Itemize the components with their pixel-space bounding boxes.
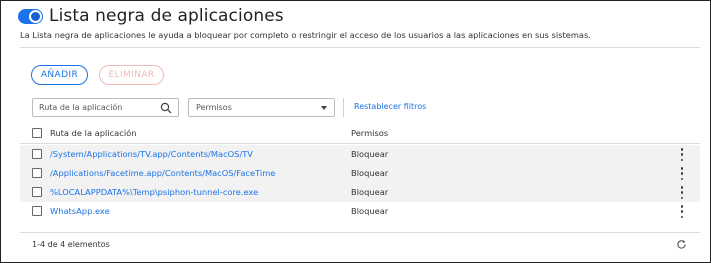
- row-permission: Bloquear: [351, 149, 389, 159]
- table-header: Ruta de la aplicación Permisos: [20, 124, 700, 143]
- refresh-icon[interactable]: [676, 239, 687, 250]
- row-checkbox[interactable]: [32, 187, 42, 197]
- row-path-link[interactable]: /System/Applications/TV.app/Contents/Mac…: [50, 149, 253, 159]
- search-placeholder: Ruta de la aplicación: [39, 103, 123, 112]
- select-all-checkbox[interactable]: [32, 128, 42, 138]
- table-footer-divider: [20, 232, 700, 233]
- chevron-down-icon: [321, 106, 327, 110]
- search-input[interactable]: Ruta de la aplicación: [32, 98, 179, 117]
- row-path-link[interactable]: %LOCALAPPDATA%\Temp\psiphon-tunnel-core.…: [50, 187, 258, 197]
- row-permission: Bloquear: [351, 206, 389, 216]
- row-checkbox[interactable]: [32, 168, 42, 178]
- row-path-link[interactable]: /Applications/Facetime.app/Contents/MacO…: [50, 168, 275, 178]
- row-permission: Bloquear: [351, 168, 389, 178]
- add-button[interactable]: AÑADIR: [31, 65, 88, 85]
- page-frame: Lista negra de aplicaciones La Lista neg…: [0, 0, 711, 263]
- delete-button[interactable]: ELIMINAR: [99, 65, 164, 85]
- filter-separator: [343, 98, 344, 117]
- table-row[interactable]: /System/Applications/TV.app/Contents/Mac…: [20, 145, 700, 164]
- table-row[interactable]: /Applications/Facetime.app/Contents/MacO…: [20, 164, 700, 183]
- permissions-select[interactable]: Permisos: [188, 98, 335, 117]
- reset-filters-link[interactable]: Restablecer filtros: [354, 102, 426, 111]
- column-header-path[interactable]: Ruta de la aplicación: [50, 128, 136, 138]
- page-description: La Lista negra de aplicaciones le ayuda …: [20, 30, 591, 40]
- table-row[interactable]: %LOCALAPPDATA%\Temp\psiphon-tunnel-core.…: [20, 183, 700, 202]
- more-vertical-icon[interactable]: [680, 186, 684, 199]
- table-row[interactable]: WhatsApp.exe Bloquear: [20, 202, 700, 221]
- page-title: Lista negra de aplicaciones: [49, 6, 284, 26]
- table-header-divider: [20, 143, 700, 144]
- row-checkbox[interactable]: [32, 206, 42, 216]
- more-vertical-icon[interactable]: [680, 167, 684, 180]
- row-permission: Bloquear: [351, 187, 389, 197]
- pagination-count: 1-4 de 4 elementos: [32, 240, 110, 249]
- more-vertical-icon[interactable]: [680, 205, 684, 218]
- page-header: Lista negra de aplicaciones: [18, 6, 284, 26]
- header-divider: [20, 47, 700, 48]
- row-checkbox[interactable]: [32, 149, 42, 159]
- row-path-link[interactable]: WhatsApp.exe: [50, 206, 110, 216]
- toggle-knob: [29, 9, 42, 23]
- more-vertical-icon[interactable]: [680, 148, 684, 161]
- search-icon[interactable]: [160, 102, 172, 114]
- permissions-placeholder: Permisos: [196, 103, 232, 112]
- column-header-permissions[interactable]: Permisos: [351, 128, 388, 138]
- blacklist-toggle[interactable]: [18, 8, 43, 24]
